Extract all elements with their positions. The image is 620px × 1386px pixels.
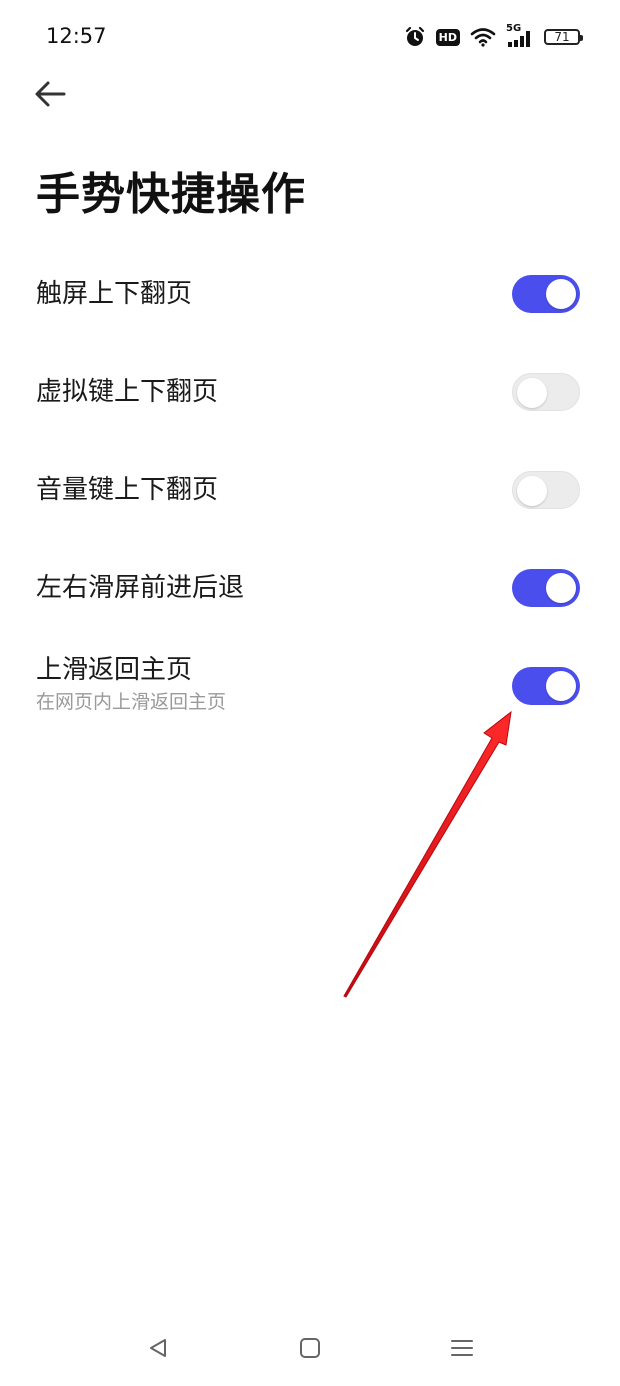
nav-back-button[interactable]	[136, 1326, 180, 1370]
nav-menu-button[interactable]	[440, 1326, 484, 1370]
setting-row-swipe-navigation[interactable]: 左右滑屏前进后退	[0, 539, 620, 637]
setting-label: 触屏上下翻页	[36, 279, 193, 309]
battery-level: 71	[554, 30, 570, 44]
back-button[interactable]	[30, 74, 70, 114]
arrow-left-icon	[35, 81, 66, 107]
toggle-knob	[546, 279, 576, 309]
toggle-knob	[546, 671, 576, 701]
cellular-5g-icon: 5G	[506, 23, 534, 48]
setting-label: 音量键上下翻页	[36, 475, 219, 505]
setting-label: 上滑返回主页	[36, 655, 193, 685]
toggle-knob	[517, 476, 547, 506]
status-time: 12:57	[46, 24, 107, 48]
status-icons: HD 5G 71	[404, 23, 583, 50]
nav-home-button[interactable]	[288, 1326, 332, 1370]
setting-row-volume-key-page[interactable]: 音量键上下翻页	[0, 441, 620, 539]
toggle-switch[interactable]	[512, 373, 580, 411]
back-triangle-icon	[150, 1339, 166, 1357]
setting-row-virtual-key-page[interactable]: 虚拟键上下翻页	[0, 343, 620, 441]
navigation-bar	[0, 1310, 620, 1386]
status-bar: 12:57 HD 5G 71	[0, 0, 620, 72]
toggle-knob	[546, 573, 576, 603]
wifi-icon	[470, 27, 496, 47]
setting-row-swipe-up-home[interactable]: 上滑返回主页 在网页内上滑返回主页	[0, 637, 620, 735]
alarm-icon	[404, 26, 426, 48]
menu-lines-icon	[451, 1340, 473, 1356]
toggle-switch[interactable]	[512, 667, 580, 705]
network-type-label: 5G	[506, 23, 522, 34]
toggle-switch[interactable]	[512, 569, 580, 607]
toggle-switch[interactable]	[512, 471, 580, 509]
toggle-knob	[517, 378, 547, 408]
toggle-switch[interactable]	[512, 275, 580, 313]
battery-icon: 71	[544, 29, 583, 45]
page-title: 手势快捷操作	[36, 169, 306, 220]
setting-label: 虚拟键上下翻页	[36, 377, 219, 407]
home-square-icon	[300, 1338, 320, 1358]
setting-row-touch-page[interactable]: 触屏上下翻页	[0, 245, 620, 343]
setting-label: 左右滑屏前进后退	[36, 573, 245, 603]
setting-sublabel: 在网页内上滑返回主页	[36, 691, 227, 713]
hd-icon: HD	[435, 28, 460, 46]
